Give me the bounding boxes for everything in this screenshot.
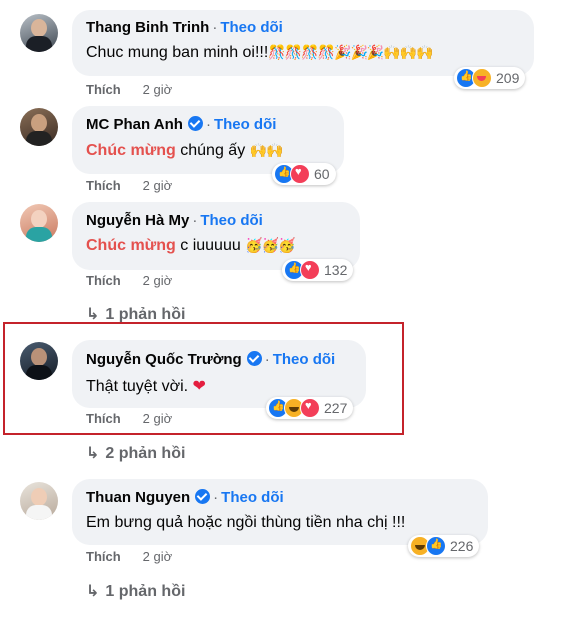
comment-text-highlight: Chúc mừng bbox=[86, 237, 176, 254]
avatar-face bbox=[31, 114, 47, 132]
like-link[interactable]: Thích bbox=[86, 273, 121, 288]
reaction-count: 60 bbox=[314, 166, 330, 182]
commenter-name-line: Nguyễn Quốc Trường · Theo dõi bbox=[86, 351, 336, 368]
verified-badge-icon bbox=[187, 116, 203, 131]
comment-emoji: 🙌🙌 bbox=[249, 142, 284, 158]
avatar-face bbox=[31, 348, 47, 366]
like-link[interactable]: Thích bbox=[86, 549, 121, 564]
reply-arrow-icon: ↳ bbox=[86, 445, 100, 462]
commenter-name[interactable]: Nguyễn Quốc Trường bbox=[86, 351, 242, 368]
commenter-name-line: Thuan Nguyen · Theo dõi bbox=[86, 489, 284, 506]
avatar-body bbox=[26, 36, 52, 52]
verified-badge-icon bbox=[195, 489, 211, 504]
timestamp[interactable]: 2 giờ bbox=[143, 273, 173, 288]
comment-text-line: Chuc mung ban minh oi!!!🎊🎊🎊🎊🎉🎉🎉🙌🙌🙌 bbox=[86, 44, 434, 62]
reaction-summary[interactable]: 226 bbox=[408, 535, 480, 557]
reply-arrow-icon: ↳ bbox=[86, 583, 100, 600]
avatar[interactable] bbox=[20, 204, 58, 242]
avatar-face bbox=[31, 19, 47, 37]
comment-text-line: Chúc mừng chúng ấy 🙌🙌 bbox=[86, 142, 284, 160]
love-reaction-icon bbox=[290, 164, 310, 184]
reaction-count: 209 bbox=[496, 70, 520, 86]
reaction-summary[interactable]: 227 bbox=[266, 397, 354, 419]
commenter-name[interactable]: MC Phan Anh bbox=[86, 116, 183, 133]
avatar-body bbox=[26, 505, 52, 520]
commenter-name-line: Nguyễn Hà My · Theo dõi bbox=[86, 212, 263, 229]
heart-emoji: ❤ bbox=[192, 378, 206, 395]
comment-emoji: 🥳🥳🥳 bbox=[245, 237, 295, 253]
timestamp[interactable]: 2 giờ bbox=[143, 411, 173, 426]
comment-text: c iuuuuu bbox=[175, 237, 246, 254]
follow-link[interactable]: Theo dõi bbox=[200, 212, 263, 229]
follow-link[interactable]: Theo dõi bbox=[273, 351, 336, 368]
reaction-count: 227 bbox=[324, 400, 348, 416]
like-reaction-icon bbox=[426, 536, 446, 556]
comment-actions: Thích 2 giờ bbox=[86, 82, 172, 97]
reaction-summary[interactable]: 60 bbox=[272, 163, 336, 185]
love-reaction-icon bbox=[300, 398, 320, 418]
avatar-body bbox=[26, 227, 52, 242]
avatar[interactable] bbox=[20, 342, 58, 380]
commenter-name-line: MC Phan Anh · Theo dõi bbox=[86, 116, 277, 133]
replies-count: 1 phản hồi bbox=[105, 583, 186, 600]
view-replies-link[interactable]: ↳ 1 phản hồi bbox=[86, 581, 185, 601]
comment-actions: Thích 2 giờ bbox=[86, 178, 172, 193]
timestamp[interactable]: 2 giờ bbox=[143, 82, 173, 97]
reaction-count: 132 bbox=[324, 262, 348, 278]
reaction-summary[interactable]: 209 bbox=[454, 67, 526, 89]
comment-actions: Thích 2 giờ bbox=[86, 549, 172, 564]
comment-text-highlight: Chúc mừng bbox=[86, 142, 176, 159]
commenter-name[interactable]: Nguyễn Hà My bbox=[86, 212, 189, 229]
like-link[interactable]: Thích bbox=[86, 178, 121, 193]
replies-count: 2 phản hồi bbox=[105, 445, 186, 462]
commenter-name[interactable]: Thang Binh Trinh bbox=[86, 19, 209, 36]
comment-emoji: 🎊🎊🎊🎊🎉🎉🎉🙌🙌🙌 bbox=[268, 44, 433, 60]
avatar-face bbox=[31, 488, 47, 506]
view-replies-link[interactable]: ↳ 2 phản hồi bbox=[86, 443, 185, 463]
follow-link[interactable]: Theo dõi bbox=[214, 116, 277, 133]
follow-link[interactable]: Theo dõi bbox=[221, 489, 284, 506]
avatar[interactable] bbox=[20, 482, 58, 520]
comment-text-line: Thật tuyệt vời. ❤ bbox=[86, 376, 206, 396]
comment-text: Thật tuyệt vời. bbox=[86, 378, 193, 395]
avatar[interactable] bbox=[20, 14, 58, 52]
timestamp[interactable]: 2 giờ bbox=[143, 178, 173, 193]
comment-actions: Thích 2 giờ bbox=[86, 273, 172, 288]
reaction-count: 226 bbox=[450, 538, 474, 554]
avatar-body bbox=[26, 365, 52, 380]
reaction-summary[interactable]: 132 bbox=[282, 259, 354, 281]
timestamp[interactable]: 2 giờ bbox=[143, 549, 173, 564]
love-reaction-icon bbox=[300, 260, 320, 280]
like-link[interactable]: Thích bbox=[86, 411, 121, 426]
replies-count: 1 phản hồi bbox=[105, 306, 186, 323]
view-replies-link[interactable]: ↳ 1 phản hồi bbox=[86, 304, 185, 324]
reply-arrow-icon: ↳ bbox=[86, 306, 100, 323]
follow-link[interactable]: Theo dõi bbox=[220, 19, 283, 36]
comment-text: Chuc mung ban minh oi!!! bbox=[86, 44, 269, 61]
comment-actions: Thích 2 giờ bbox=[86, 411, 172, 426]
like-link[interactable]: Thích bbox=[86, 82, 121, 97]
comment-text: chúng ấy bbox=[175, 142, 250, 159]
verified-badge-icon bbox=[246, 351, 262, 366]
comment-text: Em bưng quả hoặc ngồi thùng tiền nha chị… bbox=[86, 514, 406, 531]
avatar-body bbox=[26, 131, 52, 146]
avatar[interactable] bbox=[20, 108, 58, 146]
commenter-name-line: Thang Binh Trinh · Theo dõi bbox=[86, 19, 283, 36]
care-reaction-icon bbox=[472, 68, 492, 88]
comment-text-line: Chúc mừng c iuuuuu 🥳🥳🥳 bbox=[86, 237, 296, 255]
avatar-face bbox=[31, 210, 47, 228]
commenter-name[interactable]: Thuan Nguyen bbox=[86, 489, 190, 506]
